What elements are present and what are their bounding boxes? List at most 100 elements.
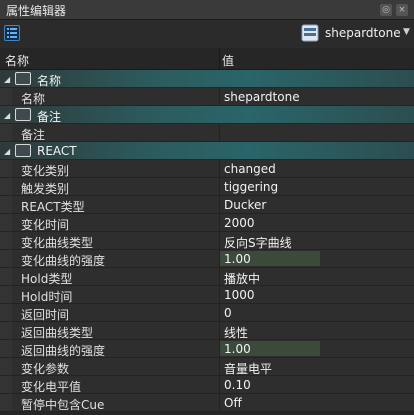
comment-icon [15, 108, 31, 121]
prop-value: 线性 [224, 326, 249, 340]
row-gutter [0, 196, 12, 213]
prop-value: changed [224, 162, 276, 176]
prop-label: 触发类别 [21, 182, 70, 196]
prop-row-change-time[interactable]: 变化时间 2000 [0, 214, 414, 232]
prop-value-field[interactable]: tiggering [220, 178, 414, 195]
row-gutter [0, 250, 12, 267]
prop-value-field[interactable] [220, 124, 414, 141]
row-gutter [0, 304, 12, 321]
object-name: shepardtone [325, 26, 401, 40]
row-gutter [0, 160, 12, 177]
prop-row-return-curve-strength[interactable]: 返回曲线的强度 1.00 [0, 340, 414, 358]
row-gutter [0, 394, 12, 411]
header-value-col[interactable]: 值 [222, 52, 234, 69]
prop-value-field[interactable]: 0.10 [220, 376, 414, 393]
prop-label: 名称 [21, 92, 46, 106]
name-tag-icon [15, 72, 31, 85]
prop-value: 播放中 [224, 272, 261, 286]
collapse-arrow-icon[interactable]: ◢ [4, 111, 10, 120]
sound-object-icon [301, 24, 319, 42]
prop-value-field[interactable]: 1000 [220, 286, 414, 303]
prop-row-change-level[interactable]: 变化电平值 0.10 [0, 376, 414, 394]
prop-value-field[interactable]: changed [220, 160, 414, 177]
row-gutter [0, 322, 12, 339]
pin-icon[interactable]: ◎ [380, 4, 392, 16]
prop-value-slider[interactable]: 1.00 [220, 340, 414, 357]
prop-value-field[interactable]: 反向S字曲线 [220, 232, 414, 250]
prop-value: 反向S字曲线 [224, 236, 292, 250]
prop-value: 0.10 [224, 378, 251, 392]
prop-label: 返回曲线的强度 [21, 344, 106, 358]
row-gutter [0, 232, 12, 249]
prop-value-field[interactable]: Off [220, 394, 414, 411]
prop-label: 变化曲线的强度 [21, 254, 106, 268]
collapse-arrow-icon[interactable]: ◢ [4, 75, 10, 84]
close-icon[interactable]: × [396, 4, 408, 16]
prop-row-hold-type[interactable]: Hold类型 播放中 [0, 268, 414, 286]
prop-value-field[interactable]: shepardtone [220, 88, 414, 105]
row-gutter [0, 340, 12, 357]
category-label: 备注 [37, 110, 62, 124]
row-gutter [0, 376, 12, 393]
prop-label: 变化类别 [21, 164, 70, 178]
row-gutter [0, 214, 12, 231]
prop-row-name[interactable]: 名称 shepardtone [0, 88, 414, 106]
prop-label: 暂停中包含Cue [21, 398, 105, 412]
prop-row-change-type[interactable]: 变化类别 changed [0, 160, 414, 178]
prop-row-pause-include-cue[interactable]: 暂停中包含Cue Off [0, 394, 414, 412]
panel-titlebar: 属性编辑器 ◎ × [0, 0, 414, 20]
grid-header: 名称 值 [0, 48, 414, 70]
prop-label: 变化参数 [21, 362, 70, 376]
curve-icon [15, 144, 31, 157]
row-gutter [0, 286, 12, 303]
prop-value-field[interactable]: 0 [220, 304, 414, 321]
prop-label: 备注 [21, 128, 46, 142]
prop-value-field[interactable]: Ducker [220, 196, 414, 213]
prop-value-slider[interactable]: 1.00 [220, 250, 414, 267]
collapse-arrow-icon[interactable]: ◢ [4, 147, 10, 156]
prop-value: tiggering [224, 180, 279, 194]
prop-label: Hold时间 [21, 290, 73, 304]
prop-value: 2000 [224, 216, 255, 230]
prop-row-change-curve-strength[interactable]: 变化曲线的强度 1.00 [0, 250, 414, 268]
prop-value: 0 [224, 306, 232, 320]
prop-row-return-curve-type[interactable]: 返回曲线类型 线性 [0, 322, 414, 340]
prop-label: 返回曲线类型 [21, 326, 94, 340]
category-name[interactable]: ◢ 名称 [0, 70, 414, 88]
category-note[interactable]: ◢ 备注 [0, 106, 414, 124]
row-gutter [0, 358, 12, 375]
list-view-button[interactable] [4, 25, 20, 41]
prop-row-return-time[interactable]: 返回时间 0 [0, 304, 414, 322]
prop-label: 变化电平值 [21, 380, 82, 394]
prop-row-trigger-type[interactable]: 触发类别 tiggering [0, 178, 414, 196]
prop-row-change-curve-type[interactable]: 变化曲线类型 反向S字曲线 [0, 232, 414, 250]
prop-value-field[interactable]: 线性 [220, 322, 414, 340]
prop-value: Ducker [224, 198, 267, 212]
prop-value: 音量电平 [224, 362, 273, 376]
header-divider[interactable] [219, 48, 220, 70]
object-dropdown-arrow-icon[interactable]: ▼ [403, 27, 410, 37]
prop-row-change-param[interactable]: 变化参数 音量电平 [0, 358, 414, 376]
row-gutter [0, 124, 12, 141]
prop-row-react-type[interactable]: REACT类型 Ducker [0, 196, 414, 214]
category-label: 名称 [37, 74, 62, 88]
prop-value-field[interactable]: 音量电平 [220, 358, 414, 376]
prop-value: shepardtone [224, 90, 300, 104]
row-gutter [0, 268, 12, 285]
prop-value: 1.00 [224, 252, 251, 266]
prop-label: 变化曲线类型 [21, 236, 94, 250]
list-icon [7, 28, 17, 38]
prop-value-field[interactable]: 2000 [220, 214, 414, 231]
prop-label: 变化时间 [21, 218, 70, 232]
prop-label: REACT类型 [21, 200, 85, 214]
prop-value-field[interactable]: 播放中 [220, 268, 414, 286]
category-label: REACT [37, 144, 77, 158]
panel-title: 属性编辑器 [6, 4, 67, 18]
prop-label: Hold类型 [21, 272, 73, 286]
prop-row-hold-time[interactable]: Hold时间 1000 [0, 286, 414, 304]
prop-row-note[interactable]: 备注 [0, 124, 414, 142]
header-name-col[interactable]: 名称 [5, 52, 29, 69]
prop-value: 1.00 [224, 342, 251, 356]
row-gutter [0, 88, 12, 105]
category-react[interactable]: ◢ REACT [0, 142, 414, 160]
